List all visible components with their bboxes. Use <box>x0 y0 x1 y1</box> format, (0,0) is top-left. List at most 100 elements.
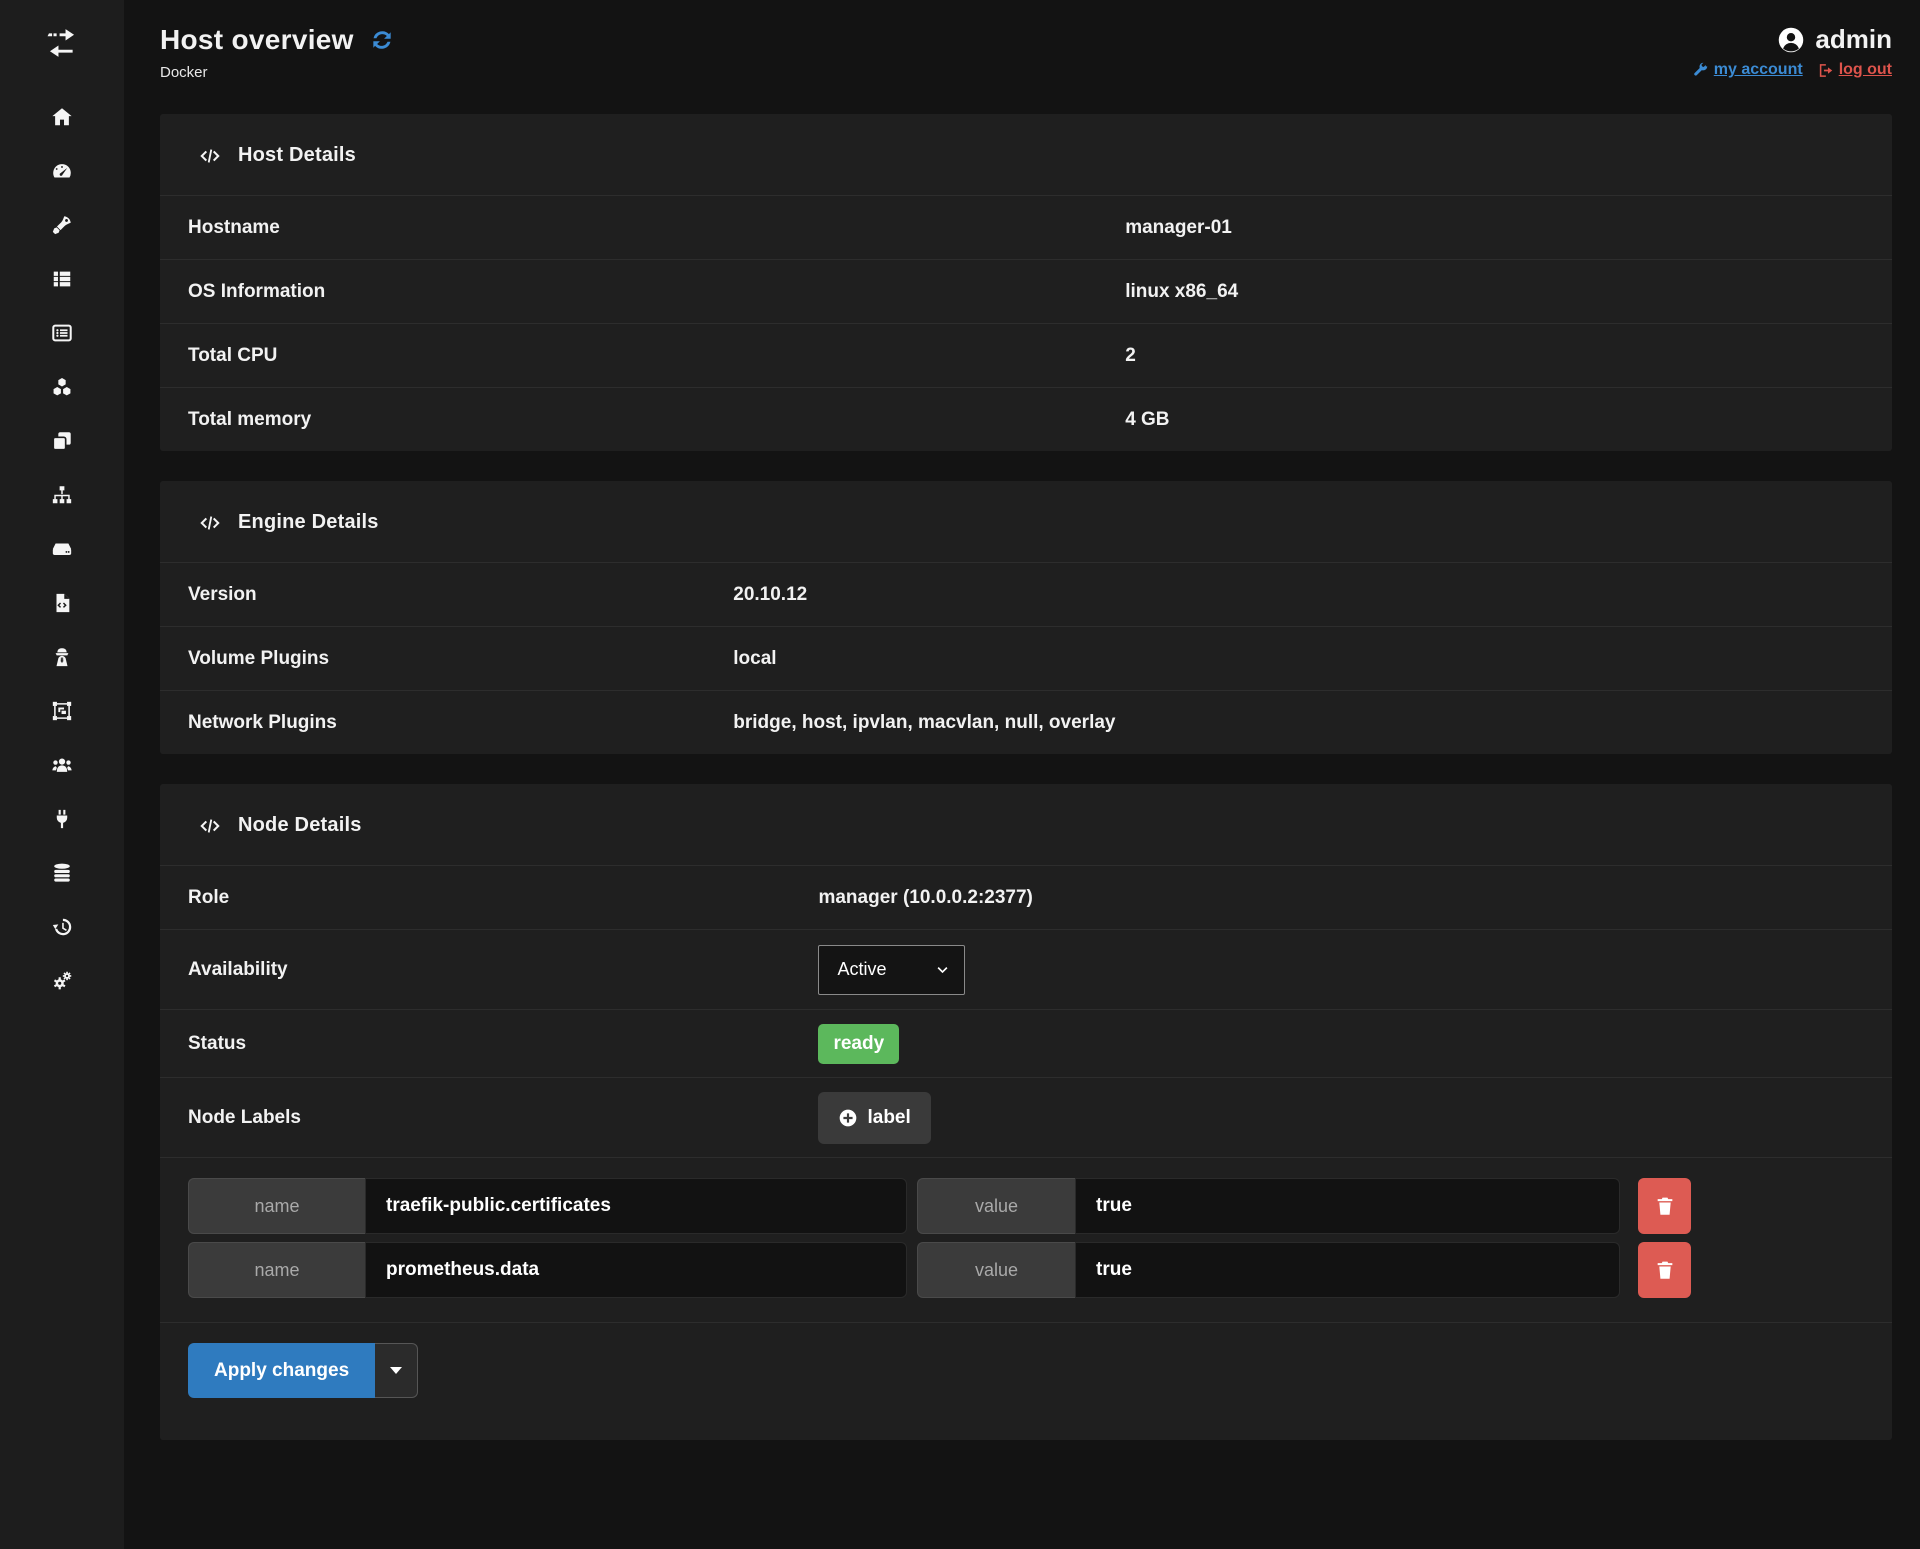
row-label: Availability <box>188 959 818 981</box>
delete-label-button[interactable] <box>1638 1178 1691 1234</box>
log-out-label: log out <box>1839 61 1892 79</box>
label-row: name value <box>188 1178 1892 1234</box>
table-row: Hostname manager-01 <box>160 195 1892 259</box>
row-label: Total memory <box>188 409 1125 431</box>
apply-changes-dropdown-button[interactable] <box>375 1343 418 1398</box>
row-value: 4 GB <box>1125 409 1169 431</box>
environment-name: Docker <box>160 64 396 81</box>
add-label-button[interactable]: label <box>818 1092 930 1144</box>
panel-title: Host Details <box>238 144 356 167</box>
history-icon <box>50 916 74 938</box>
sidebar-item-users[interactable] <box>49 753 75 777</box>
sidebar-item-registries[interactable] <box>49 429 75 453</box>
label-name-input[interactable] <box>365 1242 907 1298</box>
label-row: name value <box>188 1242 1892 1298</box>
row-label: OS Information <box>188 281 1125 303</box>
sidebar-item-stacks[interactable] <box>49 267 75 291</box>
plus-circle-icon <box>838 1108 858 1128</box>
endpoints-plug-icon <box>50 808 74 830</box>
trash-icon <box>1654 1259 1676 1281</box>
user-circle-icon <box>1777 26 1805 54</box>
refresh-icon[interactable] <box>368 27 396 53</box>
sidebar-item-images[interactable] <box>49 375 75 399</box>
exchange-arrows-icon <box>43 26 81 60</box>
dashboard-gauge-icon <box>50 160 74 182</box>
main-content: Host overview Docker admin my account lo… <box>124 0 1920 1549</box>
panel-title: Engine Details <box>238 511 379 534</box>
app-logo[interactable] <box>43 26 81 65</box>
page-header: Host overview Docker admin my account lo… <box>160 0 1892 114</box>
row-label: Version <box>188 584 733 606</box>
row-label: Role <box>188 887 818 909</box>
availability-selected-value: Active <box>837 959 886 980</box>
sidebar-item-registry[interactable] <box>49 861 75 885</box>
wrench-icon <box>1692 62 1709 79</box>
sidebar-item-settings[interactable] <box>49 969 75 993</box>
configs-file-code-icon <box>50 592 74 614</box>
home-icon <box>50 106 74 128</box>
delete-label-button[interactable] <box>1638 1242 1691 1298</box>
table-row: Network Plugins bridge, host, ipvlan, ma… <box>160 690 1892 754</box>
code-icon <box>198 145 222 167</box>
node-details-panel: Node Details Role manager (10.0.0.2:2377… <box>160 784 1892 1440</box>
networks-sitemap-icon <box>50 484 74 506</box>
apply-changes-button[interactable]: Apply changes <box>188 1343 375 1398</box>
swarm-object-group-icon <box>50 700 74 722</box>
my-account-link[interactable]: my account <box>1692 61 1803 79</box>
sidebar-item-home[interactable] <box>49 105 75 129</box>
sidebar-item-containers[interactable] <box>49 321 75 345</box>
label-value-input[interactable] <box>1075 1178 1620 1234</box>
sidebar <box>0 0 124 1549</box>
app-templates-rocket-icon <box>50 214 74 236</box>
availability-select[interactable]: Active <box>818 945 965 995</box>
sidebar-item-secrets[interactable] <box>49 645 75 669</box>
table-row: Total CPU 2 <box>160 323 1892 387</box>
value-addon: value <box>917 1242 1075 1298</box>
chevron-down-icon <box>935 962 950 977</box>
availability-row: Availability Active <box>160 929 1892 1009</box>
panel-title: Node Details <box>238 814 362 837</box>
volumes-hdd-icon <box>50 538 74 560</box>
label-value-input[interactable] <box>1075 1242 1620 1298</box>
row-value: bridge, host, ipvlan, macvlan, null, ove… <box>733 712 1115 734</box>
settings-cogs-icon <box>50 970 74 992</box>
value-addon: value <box>917 1178 1075 1234</box>
sidebar-item-dashboard[interactable] <box>49 159 75 183</box>
row-value: local <box>733 648 776 670</box>
table-row: Volume Plugins local <box>160 626 1892 690</box>
status-badge: ready <box>818 1024 899 1064</box>
label-name-input[interactable] <box>365 1178 907 1234</box>
row-label: Volume Plugins <box>188 648 733 670</box>
row-label: Node Labels <box>188 1107 818 1129</box>
add-label-button-label: label <box>867 1107 910 1129</box>
apply-changes-area: Apply changes <box>160 1322 1892 1440</box>
sidebar-item-volumes[interactable] <box>49 537 75 561</box>
row-label: Network Plugins <box>188 712 733 734</box>
table-row: Version 20.10.12 <box>160 562 1892 626</box>
trash-icon <box>1654 1195 1676 1217</box>
sidebar-item-swarm[interactable] <box>49 699 75 723</box>
users-icon <box>49 754 75 776</box>
sidebar-item-history[interactable] <box>49 915 75 939</box>
status-row: Status ready <box>160 1009 1892 1077</box>
secrets-user-secret-icon <box>50 646 74 668</box>
row-value: 20.10.12 <box>733 584 807 606</box>
sidebar-item-networks[interactable] <box>49 483 75 507</box>
stacks-list-icon <box>50 268 74 290</box>
username: admin <box>1815 24 1892 55</box>
row-value: linux x86_64 <box>1125 281 1238 303</box>
row-label: Status <box>188 1033 818 1055</box>
host-details-panel: Host Details Hostname manager-01 OS Info… <box>160 114 1892 451</box>
sidebar-item-endpoints[interactable] <box>49 807 75 831</box>
name-addon: name <box>188 1242 365 1298</box>
name-addon: name <box>188 1178 365 1234</box>
code-icon <box>198 815 222 837</box>
table-row: OS Information linux x86_64 <box>160 259 1892 323</box>
sidebar-item-app-templates[interactable] <box>49 213 75 237</box>
row-value: 2 <box>1125 345 1136 367</box>
log-out-link[interactable]: log out <box>1817 61 1892 79</box>
row-label: Hostname <box>188 217 1125 239</box>
role-row: Role manager (10.0.0.2:2377) <box>160 865 1892 929</box>
labels-editor: name value name value <box>160 1157 1892 1322</box>
sidebar-item-configs[interactable] <box>49 591 75 615</box>
